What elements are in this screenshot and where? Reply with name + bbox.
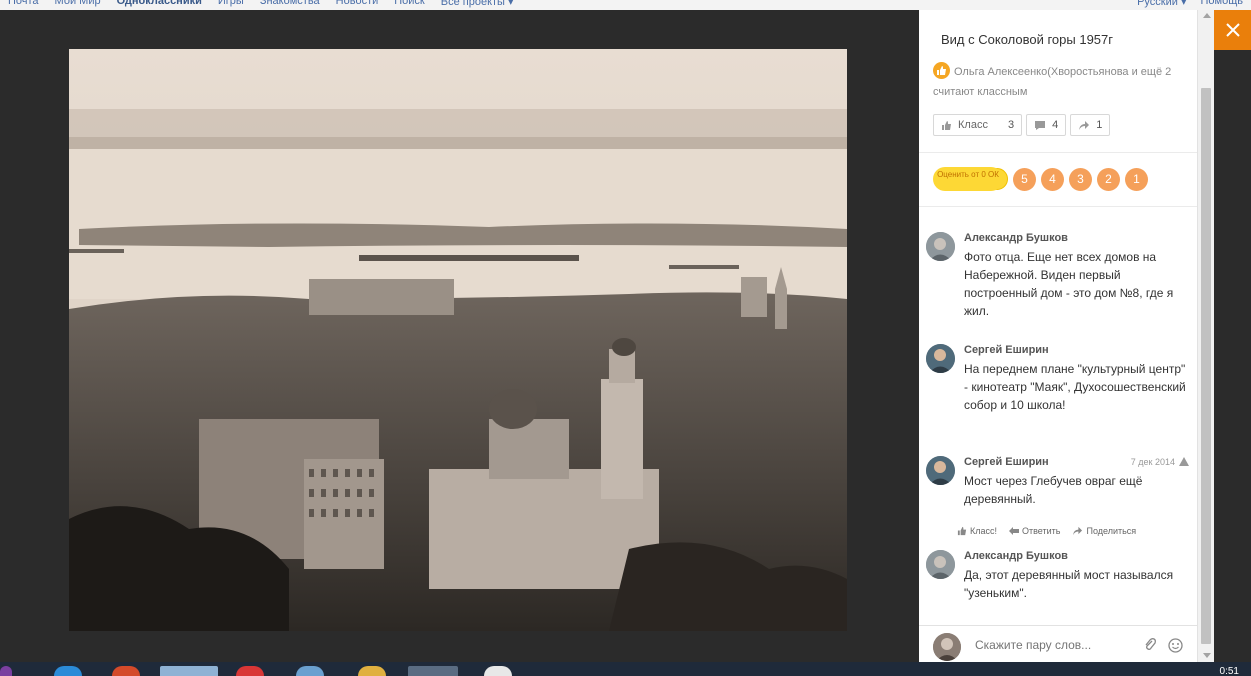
comment-input[interactable]: [975, 638, 1135, 652]
shares-count: 1: [1096, 119, 1103, 131]
avatar[interactable]: [926, 344, 955, 373]
comment-item: Сергей Еширин На переднем плане "культур…: [926, 344, 1191, 444]
comment-author[interactable]: Александр Бушков: [964, 232, 1068, 244]
comment-reply-button[interactable]: Ответить: [1009, 526, 1060, 536]
divider: [919, 206, 1197, 207]
avatar[interactable]: [926, 232, 955, 261]
share-button[interactable]: 1: [1070, 114, 1111, 136]
comment-text: Да, этот деревянный мост назывался "узен…: [964, 568, 1174, 600]
comment-author[interactable]: Сергей Еширин: [964, 456, 1049, 468]
nav-item-games[interactable]: Игры: [210, 0, 252, 8]
thumbs-up-icon: [933, 62, 950, 79]
photo-side-panel: Вид с Соколовой горы 1957г Ольга Алексее…: [919, 10, 1197, 662]
panel-scrollbar[interactable]: [1197, 10, 1214, 662]
comment-author[interactable]: Александр Бушков: [964, 550, 1068, 562]
rate-3[interactable]: 3: [1069, 167, 1092, 191]
photo[interactable]: [69, 49, 847, 631]
photo-title: Вид с Соколовой горы 1957г: [941, 32, 1113, 47]
likes-text[interactable]: Ольга Алексеенко(Хворостьянова и ещё 2 с…: [933, 66, 1171, 98]
comment-reply-label: Ответить: [1022, 526, 1061, 536]
comment-klass-label: Класс!: [970, 526, 997, 536]
close-icon: [1225, 23, 1240, 37]
klass-label: Класс: [958, 119, 988, 131]
nav-item-search[interactable]: Поиск: [386, 0, 432, 8]
divider: [919, 152, 1197, 153]
comment-item: Александр Бушков Фото отца. Еще нет всех…: [926, 232, 1191, 332]
comment-input-bar: [919, 625, 1197, 662]
comment-bubble-icon: [1035, 120, 1046, 130]
scroll-down-icon[interactable]: [1203, 653, 1211, 658]
avatar[interactable]: [926, 550, 955, 579]
comment-share-button[interactable]: Поделиться: [1072, 526, 1136, 536]
rate-1[interactable]: 1: [1125, 167, 1148, 191]
rating-widget: Оценить от 0 ОК 5+ 5 4 3 2 1: [933, 167, 1148, 191]
nav-item-news[interactable]: Новости: [328, 0, 387, 8]
close-button[interactable]: [1214, 10, 1251, 50]
language-selector[interactable]: Русский ▾: [1137, 0, 1186, 8]
ie-browser-icon[interactable]: [54, 666, 82, 676]
thumbs-up-icon: [942, 120, 951, 130]
paperclip-icon[interactable]: [1143, 638, 1157, 652]
thumbs-up-icon: [957, 526, 967, 536]
scroll-thumb[interactable]: [1201, 88, 1211, 644]
rate-label[interactable]: Оценить от 0 ОК: [933, 167, 1003, 191]
reply-arrow-icon: [1009, 527, 1019, 535]
nav-item-mail[interactable]: Почта: [0, 0, 47, 8]
photo-image: [69, 49, 847, 631]
klass-button[interactable]: Класс 3: [933, 114, 1023, 136]
klass-count: 3: [1007, 119, 1015, 131]
avatar: [933, 633, 961, 661]
nav-item-my-world[interactable]: Мой Мир: [47, 0, 109, 8]
portal-nav: Почта Мой Мир Одноклассники Игры Знакомс…: [0, 0, 522, 8]
smiley-icon[interactable]: [1168, 638, 1183, 653]
comment-text: Мост через Глебучев овраг ещё деревянный…: [964, 474, 1143, 506]
folder-icon[interactable]: [358, 666, 386, 676]
chrome-browser-icon[interactable]: [112, 666, 140, 676]
share-arrow-icon: [1073, 526, 1083, 536]
rate-4[interactable]: 4: [1041, 167, 1064, 191]
comments-button[interactable]: 4: [1026, 114, 1067, 136]
warning-icon[interactable]: [1179, 457, 1189, 466]
taskbar-clock[interactable]: 0:51: [1220, 666, 1239, 676]
active-app-icon[interactable]: [160, 666, 218, 676]
opera-browser-icon[interactable]: [408, 666, 458, 676]
help-link[interactable]: Помощь: [1201, 0, 1244, 8]
rate-5[interactable]: 5: [1013, 167, 1036, 191]
start-button-icon[interactable]: [0, 666, 12, 676]
comments-count: 4: [1052, 119, 1059, 131]
comment-share-label: Поделиться: [1086, 526, 1137, 536]
app-icon[interactable]: [296, 666, 324, 676]
share-arrow-icon: [1079, 120, 1090, 130]
comment-actions: Класс! Ответить Поделиться: [957, 526, 1136, 536]
likes-summary: Ольга Алексеенко(Хворостьянова и ещё 2 с…: [933, 62, 1183, 102]
nav-item-odnoklassniki[interactable]: Одноклассники: [109, 0, 210, 8]
comment-text: На переднем плане "культурный центр" - к…: [964, 362, 1186, 412]
app-icon[interactable]: [484, 666, 512, 676]
scroll-up-icon[interactable]: [1203, 13, 1211, 18]
comment-text: Фото отца. Еще нет всех домов на Набереж…: [964, 250, 1174, 318]
comment-date: 7 дек 2014: [1130, 457, 1175, 467]
comment-klass-button[interactable]: Класс!: [957, 526, 997, 536]
os-taskbar: 0:51: [0, 662, 1251, 676]
topnav-right: Русский ▾ Помощь: [1137, 0, 1243, 8]
nav-item-dating[interactable]: Знакомства: [252, 0, 328, 8]
nav-item-all-projects[interactable]: Все проекты ▾: [433, 0, 522, 8]
comment-item: Сергей Еширин 7 дек 2014 Мост через Глеб…: [926, 456, 1191, 516]
acrobat-icon[interactable]: [236, 666, 264, 676]
comment-author[interactable]: Сергей Еширин: [964, 344, 1049, 356]
top-navigation-bar: Почта Мой Мир Одноклассники Игры Знакомс…: [0, 0, 1251, 10]
comment-item: Александр Бушков Да, этот деревянный мос…: [926, 550, 1191, 610]
photo-actions: Класс 3 4 1: [933, 114, 1111, 136]
rate-2[interactable]: 2: [1097, 167, 1120, 191]
avatar[interactable]: [926, 456, 955, 485]
